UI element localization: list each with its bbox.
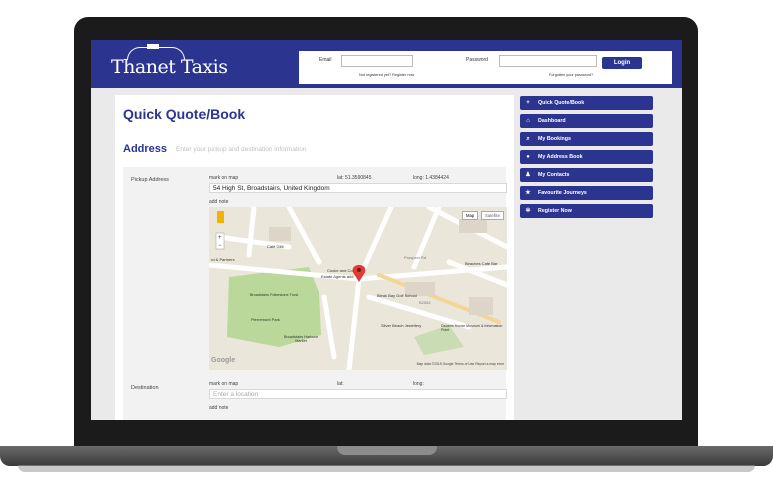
user-icon: ♟ [525, 172, 531, 178]
sidebar-item-contacts[interactable]: ♟ My Contacts [520, 168, 653, 182]
sidebar-item-label: My Address Book [538, 154, 583, 160]
sidebar-item-label: My Contacts [538, 172, 570, 178]
svg-text:−: − [218, 243, 222, 249]
destination-lat: lat: [337, 381, 344, 387]
destination-label: Destination [131, 385, 159, 391]
destination-mark-on-map-link[interactable]: mark on map [209, 381, 238, 387]
address-panel: Pickup Address mark on map lat: 51.35908… [123, 167, 507, 420]
sidebar-item-label: Register Now [538, 208, 572, 214]
map-place-label: Café Glitt [267, 244, 284, 249]
pickup-label: Pickup Address [131, 177, 169, 183]
map-place-label: Broadstairs Folkestone Trust [249, 293, 299, 297]
map-place-label: rd & Partners [211, 257, 235, 262]
sidebar-item-label: My Bookings [538, 136, 571, 142]
map-place-label: Pierremont Park [251, 317, 280, 322]
section-title: Address [123, 143, 168, 155]
laptop-base-shadow [18, 465, 755, 472]
pickup-lat: lat: 51.3590845 [337, 175, 372, 181]
home-icon: ⌂ [526, 118, 530, 124]
map-place-label: Dickens House Museum & Information Point [441, 324, 503, 332]
pickup-long: long: 1.4384424 [413, 175, 449, 181]
laptop-notch [337, 446, 437, 455]
main-content: Quick Quote/Book Address Enter your pick… [115, 95, 514, 420]
pegman-icon[interactable] [217, 211, 224, 223]
sidebar-item-label: Favourite Journeys [538, 190, 587, 196]
pickup-map[interactable]: + − Map Satellite Café Glitt rd & Partne… [209, 207, 507, 370]
sidebar-item-favourite-journeys[interactable]: ★ Favourite Journeys [520, 186, 653, 200]
map-type-map-button[interactable]: Map [462, 211, 479, 220]
destination-add-note-link[interactable]: add note [209, 405, 228, 411]
login-button[interactable]: Login [602, 57, 642, 69]
email-input[interactable] [341, 55, 413, 67]
map-place-label: Beaches Cafe Bar [465, 261, 498, 266]
forgot-password-link[interactable]: Forgotten your password? [549, 73, 593, 77]
sidebar-item-my-bookings[interactable]: ⌕ My Bookings [520, 132, 653, 146]
destination-input[interactable]: Enter a location [209, 389, 507, 399]
sidebar-item-label: Dashboard [538, 118, 566, 124]
map-place-label: Bleak Bay Golf School [377, 293, 417, 298]
login-box: Email Password Login Not registered yet?… [299, 51, 672, 84]
register-link[interactable]: Not registered yet? Register now [359, 73, 414, 77]
map-place-label: Silver Beach Jewellery [381, 323, 422, 328]
gear-icon: ✲ [525, 208, 531, 214]
pickup-address-input[interactable]: 54 High St, Broadstairs, United Kingdom [209, 183, 507, 193]
site-header: Thanet Taxis Email Password Login Not re… [91, 40, 682, 88]
search-icon: ⌕ [526, 136, 530, 142]
sidebar-item-address-book[interactable]: ● My Address Book [520, 150, 653, 164]
sidebar-item-quick-quote[interactable]: + Quick Quote/Book [520, 96, 653, 110]
map-road-label: B2052 [419, 300, 431, 305]
page-title: Quick Quote/Book [123, 106, 246, 122]
map-canvas: + − [209, 207, 507, 370]
password-label: Password [466, 57, 488, 63]
destination-long: long: [413, 381, 424, 387]
pickup-mark-on-map-link[interactable]: mark on map [209, 175, 238, 181]
logo-taxi-sign-icon [147, 44, 159, 49]
site-logo[interactable]: Thanet Taxis [111, 56, 228, 78]
svg-text:+: + [218, 235, 222, 241]
map-pin-icon: ● [526, 154, 530, 160]
google-logo: Google [211, 357, 236, 364]
email-label: Email [319, 57, 332, 63]
map-road-label: Prospect Rd [404, 255, 427, 260]
map-footer: Map data ©2015 Google Terms of Use Repor… [416, 362, 504, 366]
pickup-add-note-link[interactable]: add note [209, 199, 228, 205]
map-place-label: Cooke and Co [327, 268, 353, 273]
star-icon: ★ [525, 190, 531, 196]
sidebar-item-dashboard[interactable]: ⌂ Dashboard [520, 114, 653, 128]
map-place-label: Broadstairs Harbour Market [284, 335, 318, 343]
sidebar-item-label: Quick Quote/Book [538, 100, 585, 106]
section-subtitle: Enter your pickup and destination inform… [176, 146, 307, 153]
plus-icon: + [526, 100, 530, 106]
map-place-label: Estate Agents and [321, 274, 354, 279]
laptop-screen: Thanet Taxis Email Password Login Not re… [91, 40, 682, 420]
map-type-satellite-button[interactable]: Satellite [481, 211, 504, 220]
sidebar-item-register[interactable]: ✲ Register Now [520, 204, 653, 218]
password-input[interactable] [499, 55, 597, 67]
